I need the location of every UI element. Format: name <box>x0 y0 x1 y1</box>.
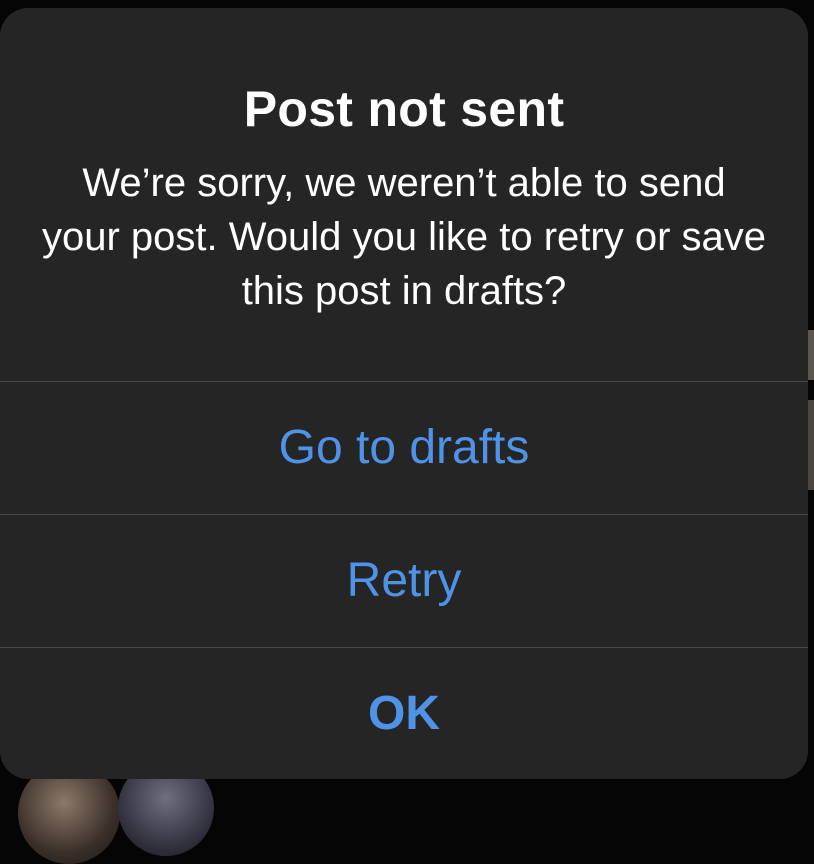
post-not-sent-alert: Post not sent We’re sorry, we weren’t ab… <box>0 8 808 779</box>
alert-title: Post not sent <box>243 81 565 137</box>
alert-message: We’re sorry, we weren’t able to send you… <box>41 161 767 313</box>
retry-button[interactable]: Retry <box>0 514 808 646</box>
go-to-drafts-button[interactable]: Go to drafts <box>0 381 808 513</box>
ok-button[interactable]: OK <box>0 647 808 779</box>
alert-header: Post not sent We’re sorry, we weren’t ab… <box>0 8 808 380</box>
